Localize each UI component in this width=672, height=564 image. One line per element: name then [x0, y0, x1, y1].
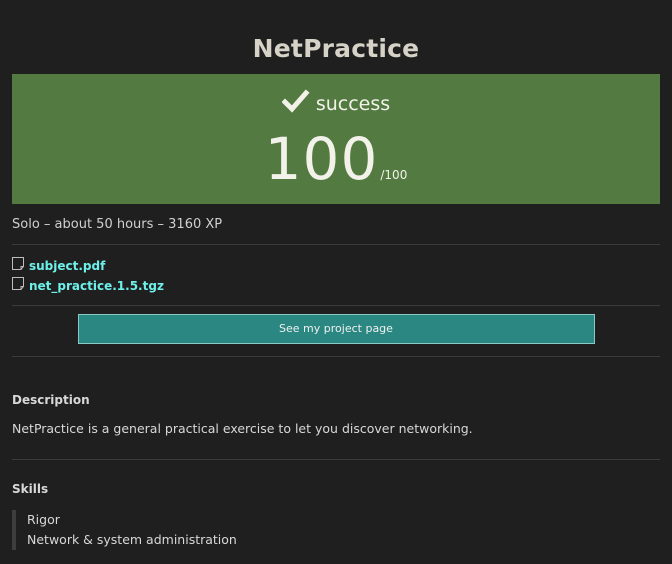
skill-item: Network & system administration [27, 532, 237, 547]
result-panel: success 100 /100 [12, 74, 660, 204]
skills-heading: Skills [12, 482, 49, 496]
skill-item: Rigor [27, 512, 60, 527]
file-icon [12, 276, 24, 290]
status-label: success [315, 93, 391, 115]
attachment-subject-link[interactable]: subject.pdf [12, 256, 660, 276]
skills-list: Rigor Network & system administration [12, 510, 660, 550]
status-row: success [12, 74, 660, 118]
description-text: NetPractice is a general practical exerc… [12, 421, 473, 436]
score-max: /100 [380, 168, 408, 182]
description-heading: Description [12, 393, 90, 407]
project-meta: Solo – about 50 hours – 3160 XP [12, 204, 660, 245]
score-row: 100 /100 [12, 130, 660, 188]
score-value: 100 [264, 125, 379, 193]
skills-section: Skills Rigor Network & system administra… [12, 460, 660, 550]
project-page-row: See my project page [12, 306, 660, 357]
attachment-label[interactable]: net_practice.1.5.tgz [29, 279, 164, 293]
attachment-label[interactable]: subject.pdf [29, 259, 105, 273]
project-page: NetPractice success 100 /100 Solo – abou… [0, 0, 672, 564]
page-title: NetPractice [252, 34, 420, 63]
file-icon [12, 256, 24, 270]
attachments-list: subject.pdf net_practice.1.5.tgz [12, 245, 660, 306]
description-section: Description NetPractice is a general pra… [12, 357, 660, 460]
attachment-archive-link[interactable]: net_practice.1.5.tgz [12, 276, 660, 296]
check-icon [281, 89, 310, 115]
see-project-page-button[interactable]: See my project page [77, 314, 595, 344]
